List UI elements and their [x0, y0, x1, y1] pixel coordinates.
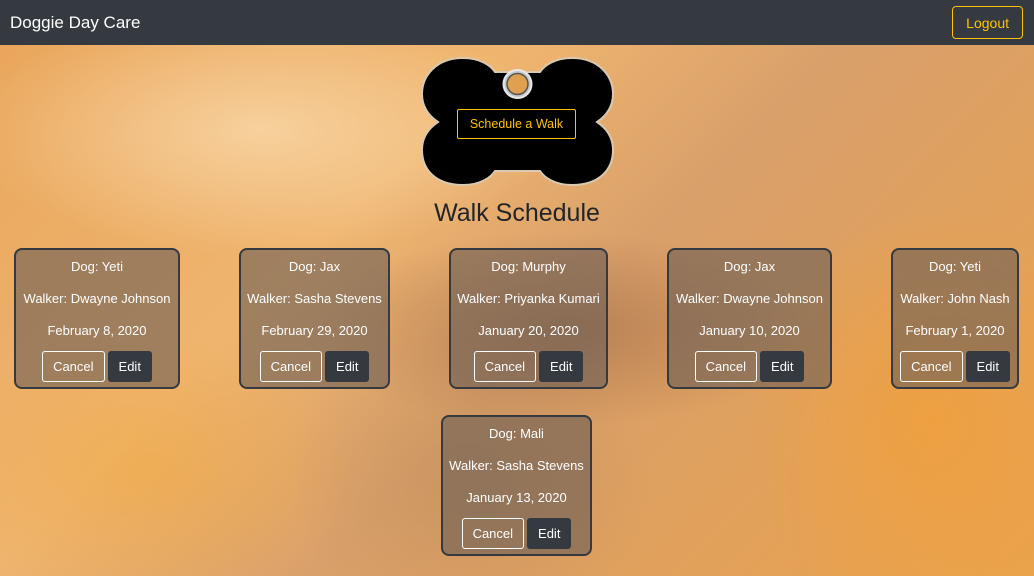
walk-walker: Walker: Dwayne Johnson — [23, 291, 171, 306]
cancel-button[interactable]: Cancel — [900, 351, 963, 382]
walk-dog: Dog: Jax — [723, 259, 776, 274]
edit-button[interactable]: Edit — [325, 351, 370, 382]
walk-dog: Dog: Yeti — [928, 259, 982, 274]
cancel-button[interactable]: Cancel — [694, 351, 758, 382]
walk-walker: Walker: Priyanka Kumari — [457, 291, 600, 306]
walk-card: Dog: Yeti Walker: Dwayne Johnson Februar… — [14, 248, 180, 389]
brand-title[interactable]: Doggie Day Care — [10, 13, 140, 33]
walk-card: Dog: Jax Walker: Dwayne Johnson January … — [667, 248, 832, 389]
schedule-walk-button[interactable]: Schedule a Walk — [457, 109, 576, 139]
walk-walker: Walker: Dwayne Johnson — [676, 291, 823, 306]
cancel-button[interactable]: Cancel — [42, 351, 105, 382]
dog-tag-bone: Schedule a Walk — [421, 56, 614, 187]
walk-walker: Walker: John Nash — [900, 291, 1010, 306]
walk-dog: Dog: Yeti — [70, 259, 124, 274]
walk-date: January 10, 2020 — [699, 323, 800, 338]
walk-walker: Walker: Sasha Stevens — [247, 291, 382, 306]
walk-dog: Dog: Murphy — [491, 259, 566, 274]
walk-dog: Dog: Mali — [489, 426, 544, 441]
walk-date: February 8, 2020 — [47, 323, 147, 338]
walk-date: January 20, 2020 — [478, 323, 579, 338]
edit-button[interactable]: Edit — [539, 351, 584, 382]
cancel-button[interactable]: Cancel — [473, 351, 537, 382]
walk-card: Dog: Jax Walker: Sasha Stevens February … — [239, 248, 390, 389]
walk-date: February 29, 2020 — [261, 323, 368, 338]
walk-card: Dog: Murphy Walker: Priyanka Kumari Janu… — [449, 248, 608, 389]
walk-card: Dog: Yeti Walker: John Nash February 1, … — [891, 248, 1019, 389]
walk-walker: Walker: Sasha Stevens — [449, 458, 584, 473]
edit-button[interactable]: Edit — [527, 518, 572, 549]
edit-button[interactable]: Edit — [965, 351, 1010, 382]
walk-date: January 13, 2020 — [466, 490, 567, 505]
edit-button[interactable]: Edit — [760, 351, 805, 382]
walk-card: Dog: Mali Walker: Sasha Stevens January … — [441, 415, 592, 556]
edit-button[interactable]: Edit — [107, 351, 152, 382]
page-title: Walk Schedule — [434, 199, 600, 227]
cancel-button[interactable]: Cancel — [461, 518, 525, 549]
walk-date: February 1, 2020 — [905, 323, 1005, 338]
navbar: Doggie Day Care Logout — [0, 0, 1034, 45]
logout-button[interactable]: Logout — [952, 6, 1023, 39]
cancel-button[interactable]: Cancel — [259, 351, 323, 382]
walk-dog: Dog: Jax — [288, 259, 341, 274]
